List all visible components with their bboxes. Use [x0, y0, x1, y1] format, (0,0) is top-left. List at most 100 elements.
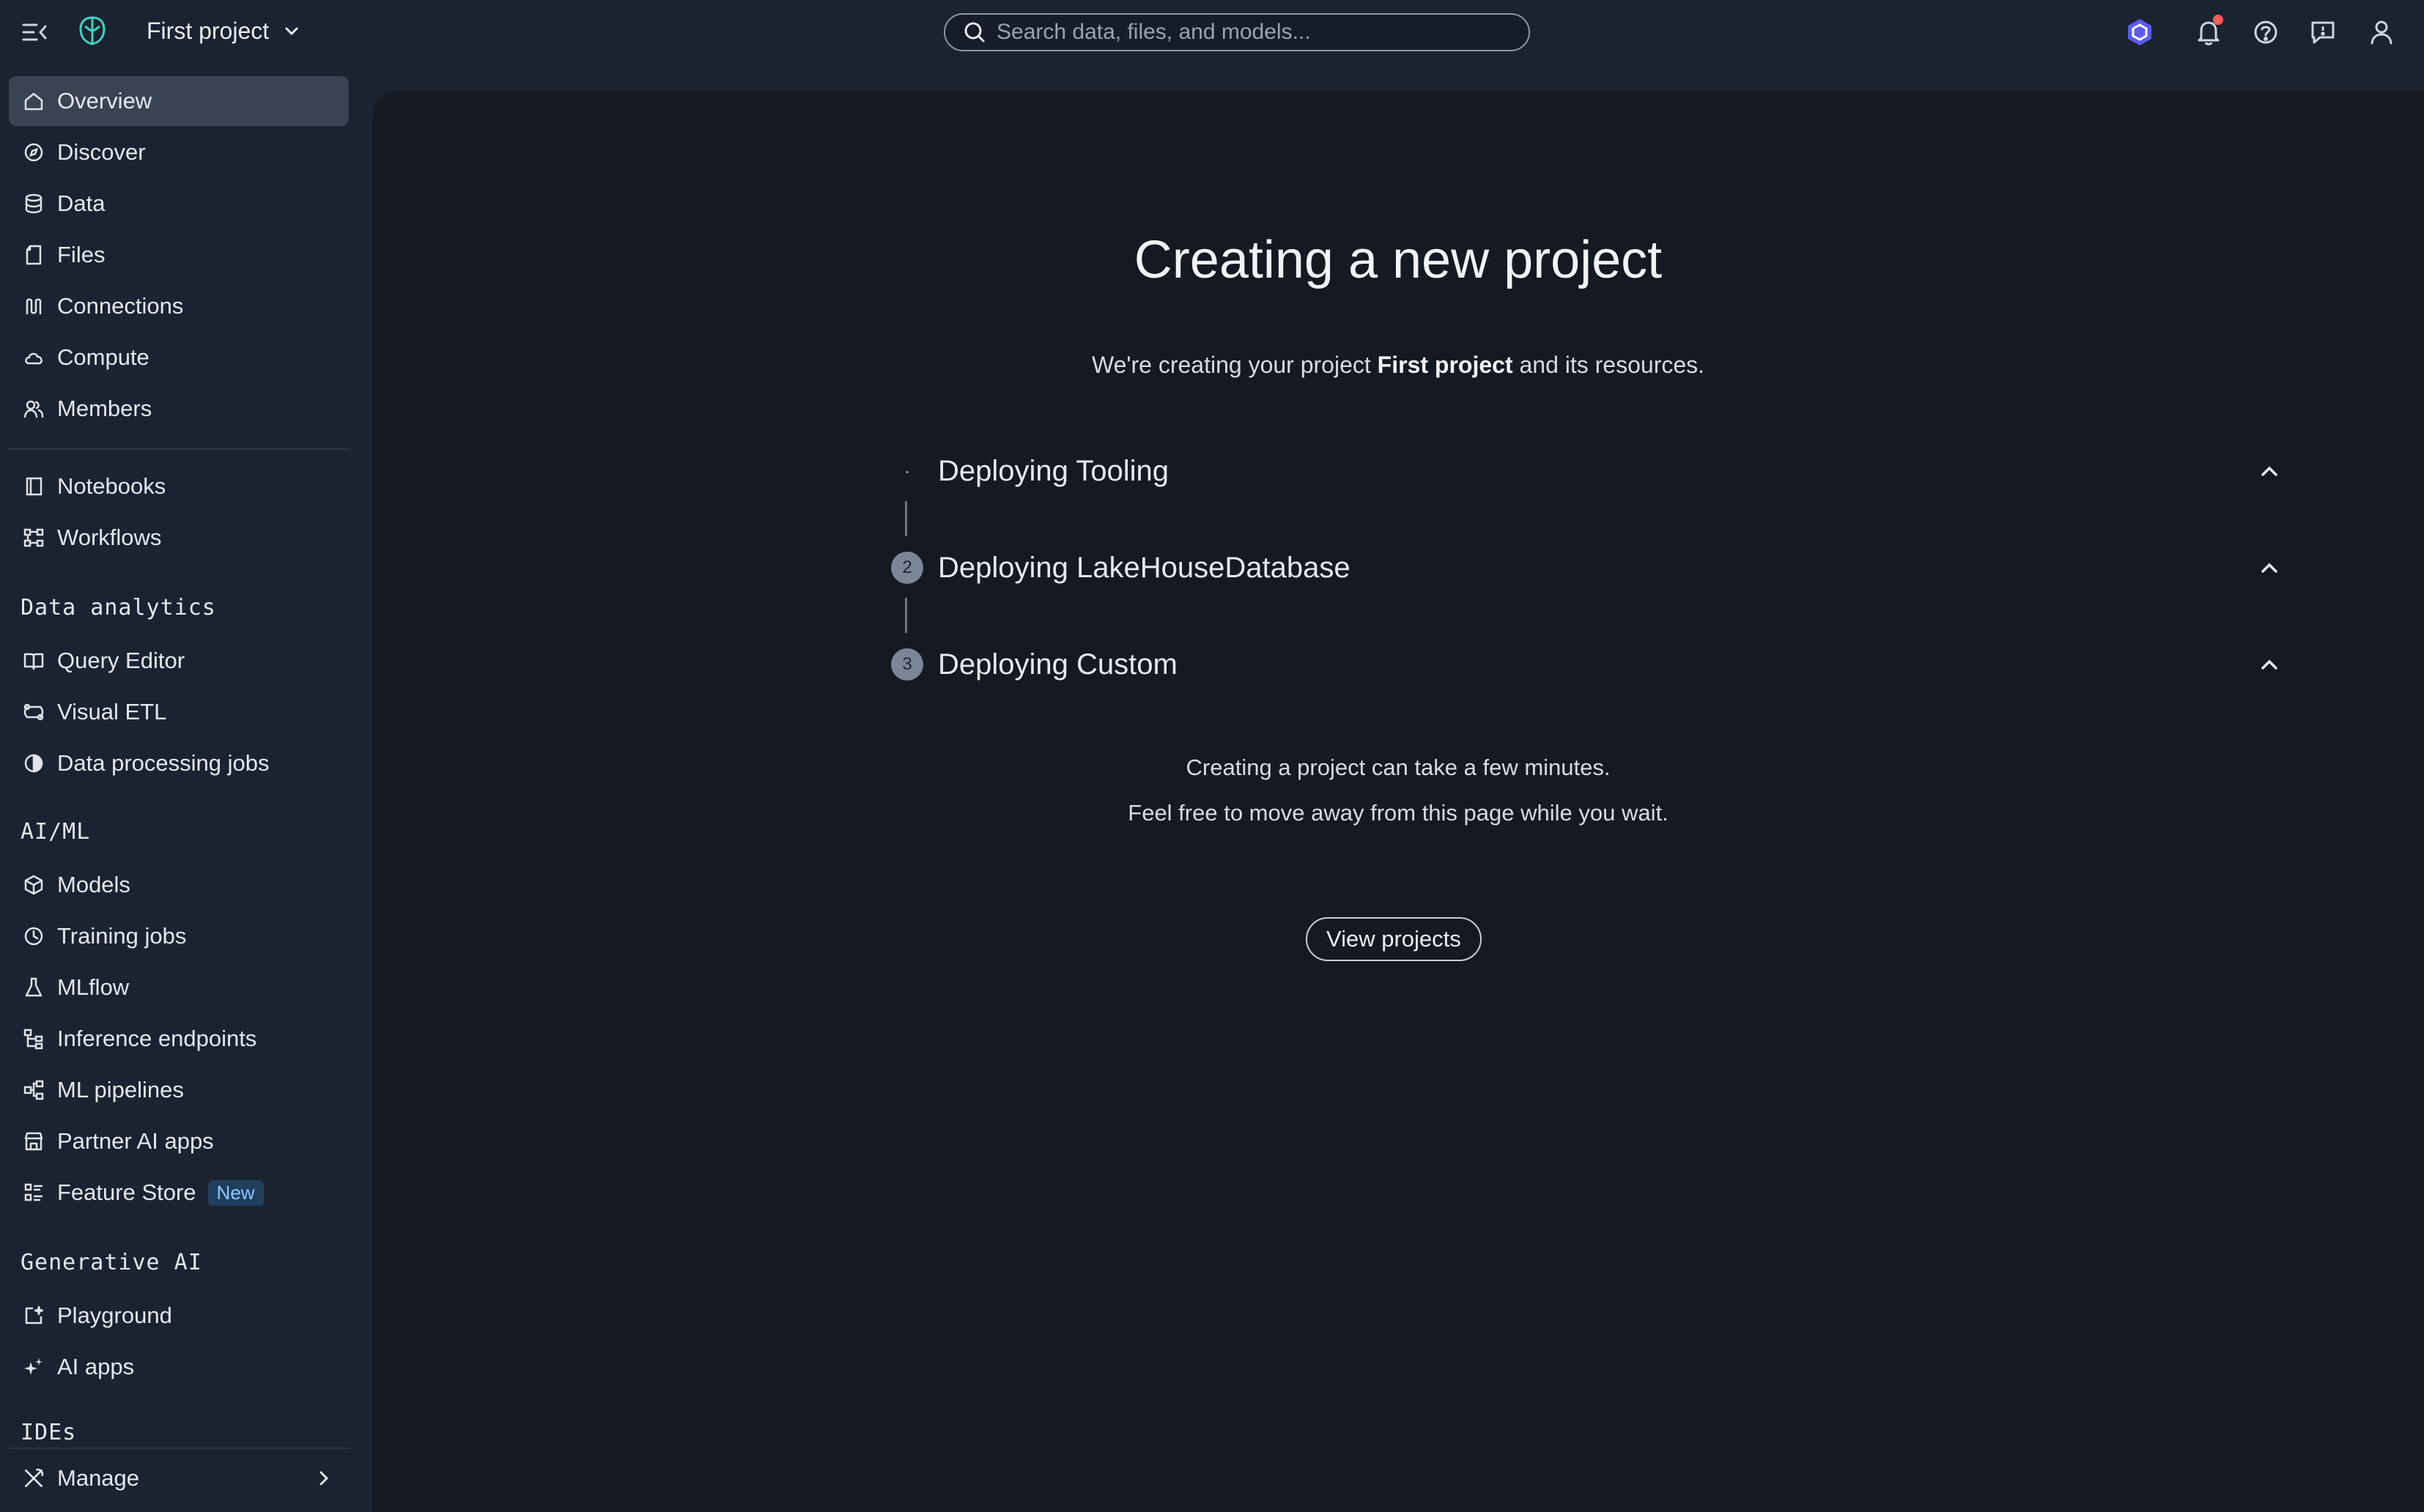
database-icon [22, 192, 45, 215]
section-title-generative-ai: Generative AI [21, 1250, 202, 1275]
sidebar-item-label: MLflow [57, 974, 130, 1000]
chevron-up-icon[interactable] [2255, 554, 2283, 582]
notifications-icon[interactable] [2192, 15, 2225, 48]
sidebar-item-data-processing-jobs[interactable]: Data processing jobs [9, 738, 349, 788]
project-name-label: First project [147, 18, 270, 44]
section-title-aiml: AI/ML [21, 819, 91, 845]
subtitle-project-name: First project [1377, 352, 1513, 378]
sidebar-item-partner-ai-apps[interactable]: Partner AI apps [9, 1116, 349, 1166]
help-icon[interactable] [2250, 16, 2282, 48]
sidebar-item-ml-pipelines[interactable]: ML pipelines [9, 1065, 349, 1115]
step-deploying-custom[interactable]: 3 Deploying Custom [891, 639, 2283, 690]
store-icon [22, 1130, 45, 1153]
top-bar: First project [0, 0, 2424, 64]
step-label: Deploying Custom [938, 648, 1178, 681]
info-note-line-2: Feel free to move away from this page wh… [1128, 800, 1669, 826]
members-icon [22, 397, 45, 420]
sidebar-item-label: Inference endpoints [57, 1026, 257, 1051]
sidebar-item-files[interactable]: Files [9, 230, 349, 280]
sidebar-item-label: Overview [57, 88, 152, 114]
sidebar-item-label: Models [57, 872, 130, 897]
flask-icon [22, 976, 45, 999]
search-input[interactable] [997, 20, 1510, 45]
sidebar-item-discover[interactable]: Discover [9, 127, 349, 177]
step-label: Deploying Tooling [938, 454, 1169, 487]
compass-icon [22, 141, 45, 164]
clock-icon [22, 924, 45, 948]
manage-label: Manage [57, 1465, 140, 1491]
step-deploying-lakehousedatabase[interactable]: 2 Deploying LakeHouseDatabase [891, 542, 2283, 593]
playground-icon [22, 1304, 45, 1327]
sidebar-item-label: Data processing jobs [57, 750, 270, 776]
info-note-line-1: Creating a project can take a few minute… [1186, 755, 1611, 780]
sidebar-item-feature-store[interactable]: Feature Store New [9, 1168, 349, 1218]
file-icon [22, 243, 45, 267]
sidebar-item-label: Playground [57, 1302, 172, 1328]
subtitle-suffix: and its resources. [1512, 352, 1705, 378]
menu-toggle-icon[interactable] [21, 18, 50, 47]
book-icon [22, 649, 45, 672]
cube-icon [22, 873, 45, 897]
sidebar-item-connections[interactable]: Connections [9, 281, 349, 331]
sidebar-bottom-divider [9, 1448, 350, 1449]
chevron-down-icon [285, 27, 298, 35]
tools-icon [25, 1468, 44, 1487]
home-icon [22, 89, 45, 113]
subtitle-prefix: We're creating your project [1091, 352, 1378, 378]
feedback-icon[interactable] [2307, 16, 2339, 48]
step-marker: 2 [891, 552, 923, 584]
sidebar-item-label: Workflows [57, 525, 162, 550]
new-badge: New [207, 1179, 264, 1206]
sidebar-item-ai-apps[interactable]: AI apps [9, 1342, 349, 1392]
chevron-up-icon[interactable] [2255, 651, 2283, 678]
user-profile-icon[interactable] [2365, 16, 2398, 48]
sidebar-item-workflows[interactable]: Workflows [9, 513, 349, 563]
sidebar-item-label: Partner AI apps [57, 1128, 214, 1154]
sidebar: Overview Discover Data Files Connections… [0, 64, 366, 1512]
page-subtitle: We're creating your project First projec… [372, 352, 2424, 379]
sidebar-item-models[interactable]: Models [9, 860, 349, 910]
sidebar-item-label: Training jobs [57, 923, 187, 949]
project-selector[interactable]: First project [147, 18, 301, 45]
sidebar-item-label: AI apps [57, 1354, 135, 1379]
cloud-icon [22, 346, 45, 369]
sidebar-item-training-jobs[interactable]: Training jobs [9, 911, 349, 961]
sidebar-item-label: Visual ETL [57, 699, 167, 724]
manage-button[interactable]: Manage [9, 1453, 349, 1503]
sidebar-item-label: Discover [57, 139, 146, 165]
sidebar-item-visual-etl[interactable]: Visual ETL [9, 687, 349, 737]
sidebar-item-label: Members [57, 396, 152, 421]
sidebar-item-mlflow[interactable]: MLflow [9, 963, 349, 1012]
amazon-q-icon[interactable] [2124, 16, 2156, 48]
sidebar-item-compute[interactable]: Compute [9, 333, 349, 382]
notebook-icon [22, 475, 45, 498]
sidebar-item-notebooks[interactable]: Notebooks [9, 462, 349, 511]
step-deploying-tooling[interactable]: · Deploying Tooling [891, 445, 2283, 497]
sidebar-item-label: Query Editor [57, 648, 185, 673]
workflow-icon [22, 526, 45, 549]
sidebar-item-label: Data [57, 190, 106, 216]
endpoints-icon [22, 1027, 45, 1050]
step-connector [905, 598, 907, 633]
processing-icon [22, 752, 45, 775]
view-projects-button[interactable]: View projects [1306, 917, 1482, 961]
sidebar-item-label: Feature Store [57, 1179, 196, 1205]
sidebar-nav[interactable]: Overview Discover Data Files Connections… [0, 64, 366, 1442]
search-bar[interactable] [944, 13, 1530, 51]
sidebar-item-data[interactable]: Data [9, 179, 349, 229]
main-content: Creating a new project We're creating yo… [372, 91, 2424, 1512]
step-marker: 3 [891, 648, 923, 681]
step-marker: · [904, 459, 911, 482]
sparkle-icon [22, 1355, 45, 1379]
sidebar-item-query-editor[interactable]: Query Editor [9, 636, 349, 686]
chevron-up-icon[interactable] [2255, 457, 2283, 485]
sidebar-item-playground[interactable]: Playground [9, 1291, 349, 1341]
step-connector [905, 501, 907, 536]
sidebar-item-overview[interactable]: Overview [9, 76, 349, 126]
sidebar-item-label: ML pipelines [57, 1077, 184, 1102]
sidebar-item-label: Files [57, 242, 106, 267]
sidebar-item-inference-endpoints[interactable]: Inference endpoints [9, 1014, 349, 1064]
sidebar-item-members[interactable]: Members [9, 384, 349, 434]
search-icon [964, 22, 985, 42]
app-logo-icon[interactable] [76, 15, 108, 47]
